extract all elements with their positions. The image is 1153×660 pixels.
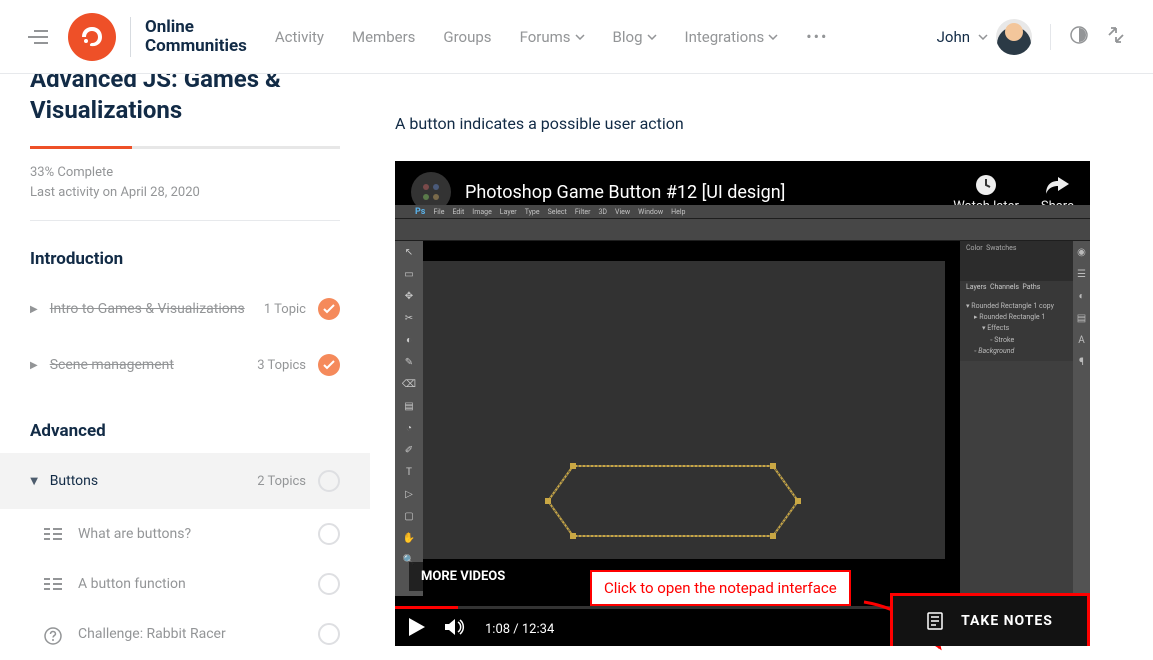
subtopic-list: What are buttons? A button function Chal… (30, 509, 340, 646)
lesson-name: Intro to Games & Visualizations (50, 301, 264, 317)
quiz-icon (44, 627, 62, 641)
lesson-name: Buttons (50, 473, 258, 489)
more-videos-button[interactable]: MORE VIDEOS (409, 562, 517, 591)
nav-groups[interactable]: Groups (443, 28, 491, 46)
header: Online Communities Activity Members Grou… (0, 0, 1153, 74)
chevron-down-icon (978, 34, 988, 40)
subtopic-row[interactable]: Challenge: Rabbit Racer (30, 609, 340, 646)
chevron-right-icon: ▶ (30, 304, 38, 315)
more-menu-icon[interactable]: ••• (806, 27, 828, 46)
lesson-row[interactable]: ▶ Buttons 2 Topics (0, 453, 370, 509)
video-title: Photoshop Game Button #12 [UI design] (465, 182, 931, 203)
expand-icon[interactable] (1107, 26, 1125, 48)
photoshop-menubar: Ps FileEditImageLayerTypeSelectFilter3DV… (395, 205, 1090, 219)
text-lesson-icon (44, 577, 62, 591)
chevron-down-icon: ▶ (28, 478, 39, 486)
nav-blog[interactable]: Blog (613, 28, 657, 46)
chevron-down-icon (575, 34, 585, 40)
incomplete-ring-icon (318, 523, 340, 545)
chevron-down-icon (647, 34, 657, 40)
course-sidebar: Advanced JS: Games & Visualizations 33% … (0, 74, 370, 646)
complete-check-icon (318, 298, 340, 320)
divider (130, 17, 131, 57)
notes-icon (927, 612, 943, 630)
video-time: 1:08 / 12:34 (485, 622, 554, 637)
user-menu[interactable]: John (937, 19, 1032, 55)
lesson-description: A button indicates a possible user actio… (395, 114, 1128, 133)
section-advanced: Advanced (30, 421, 340, 441)
topic-count: 2 Topics (257, 474, 306, 489)
nav-activity[interactable]: Activity (275, 28, 324, 46)
primary-nav: Activity Members Groups Forums Blog Inte… (275, 28, 778, 46)
text-lesson-icon (44, 527, 62, 541)
incomplete-ring-icon (318, 623, 340, 645)
progress-meta: 33% Complete Last activity on April 28, … (30, 163, 340, 202)
incomplete-ring-icon (318, 573, 340, 595)
section-introduction: Introduction (30, 249, 340, 269)
menu-toggle-icon[interactable] (28, 30, 48, 44)
subtopic-name: What are buttons? (78, 526, 306, 542)
photoshop-panels: Color Swatches Layers Channels Paths ▾ R… (960, 241, 1090, 596)
header-right: John (937, 19, 1125, 55)
last-activity: Last activity on April 28, 2020 (30, 183, 340, 203)
divider (1050, 24, 1051, 50)
subtopic-row[interactable]: What are buttons? (30, 509, 340, 559)
complete-label: 33% Complete (30, 163, 340, 183)
play-icon[interactable] (409, 618, 425, 640)
progress-bar (30, 146, 340, 149)
photoshop-collapsed-panels: ◉ ☰ ◐ ▤ A ¶ (1073, 241, 1090, 596)
user-name: John (937, 28, 970, 46)
divider (30, 220, 340, 221)
take-notes-button[interactable]: TAKE NOTES (890, 593, 1090, 646)
lesson-content: A button indicates a possible user actio… (370, 74, 1153, 646)
topic-count: 3 Topics (257, 358, 306, 373)
chevron-down-icon (768, 34, 778, 40)
nav-integrations[interactable]: Integrations (685, 28, 779, 46)
volume-icon[interactable] (445, 618, 465, 640)
avatar (996, 19, 1032, 55)
annotation-callout: Click to open the notepad interface (590, 570, 851, 606)
clock-icon (972, 171, 1000, 199)
chevron-right-icon: ▶ (30, 360, 38, 371)
share-icon (1043, 171, 1071, 199)
nav-forums[interactable]: Forums (520, 28, 585, 46)
lesson-row[interactable]: ▶ Intro to Games & Visualizations 1 Topi… (30, 281, 340, 337)
subtopic-name: Challenge: Rabbit Racer (78, 626, 306, 642)
subtopic-row[interactable]: A button function (30, 559, 340, 609)
brand[interactable]: Online Communities (68, 13, 247, 61)
incomplete-ring-icon (318, 470, 340, 492)
photoshop-canvas (423, 261, 945, 559)
topic-count: 1 Topic (264, 302, 306, 317)
course-title: Advanced JS: Games & Visualizations (30, 74, 340, 126)
photoshop-options (395, 219, 1090, 241)
dark-mode-icon[interactable] (1069, 25, 1089, 49)
lesson-row[interactable]: ▶ Scene management 3 Topics (30, 337, 340, 393)
photoshop-toolbar: ↖▭✥✂◐✎⌫▤◔✐T▷▢✋🔍 (395, 241, 423, 596)
lesson-name: Scene management (50, 357, 258, 373)
subtopic-name: A button function (78, 576, 306, 592)
nav-members[interactable]: Members (352, 28, 415, 46)
brand-name: Online Communities (145, 18, 247, 55)
brand-logo-icon (68, 13, 116, 61)
complete-check-icon (318, 354, 340, 376)
